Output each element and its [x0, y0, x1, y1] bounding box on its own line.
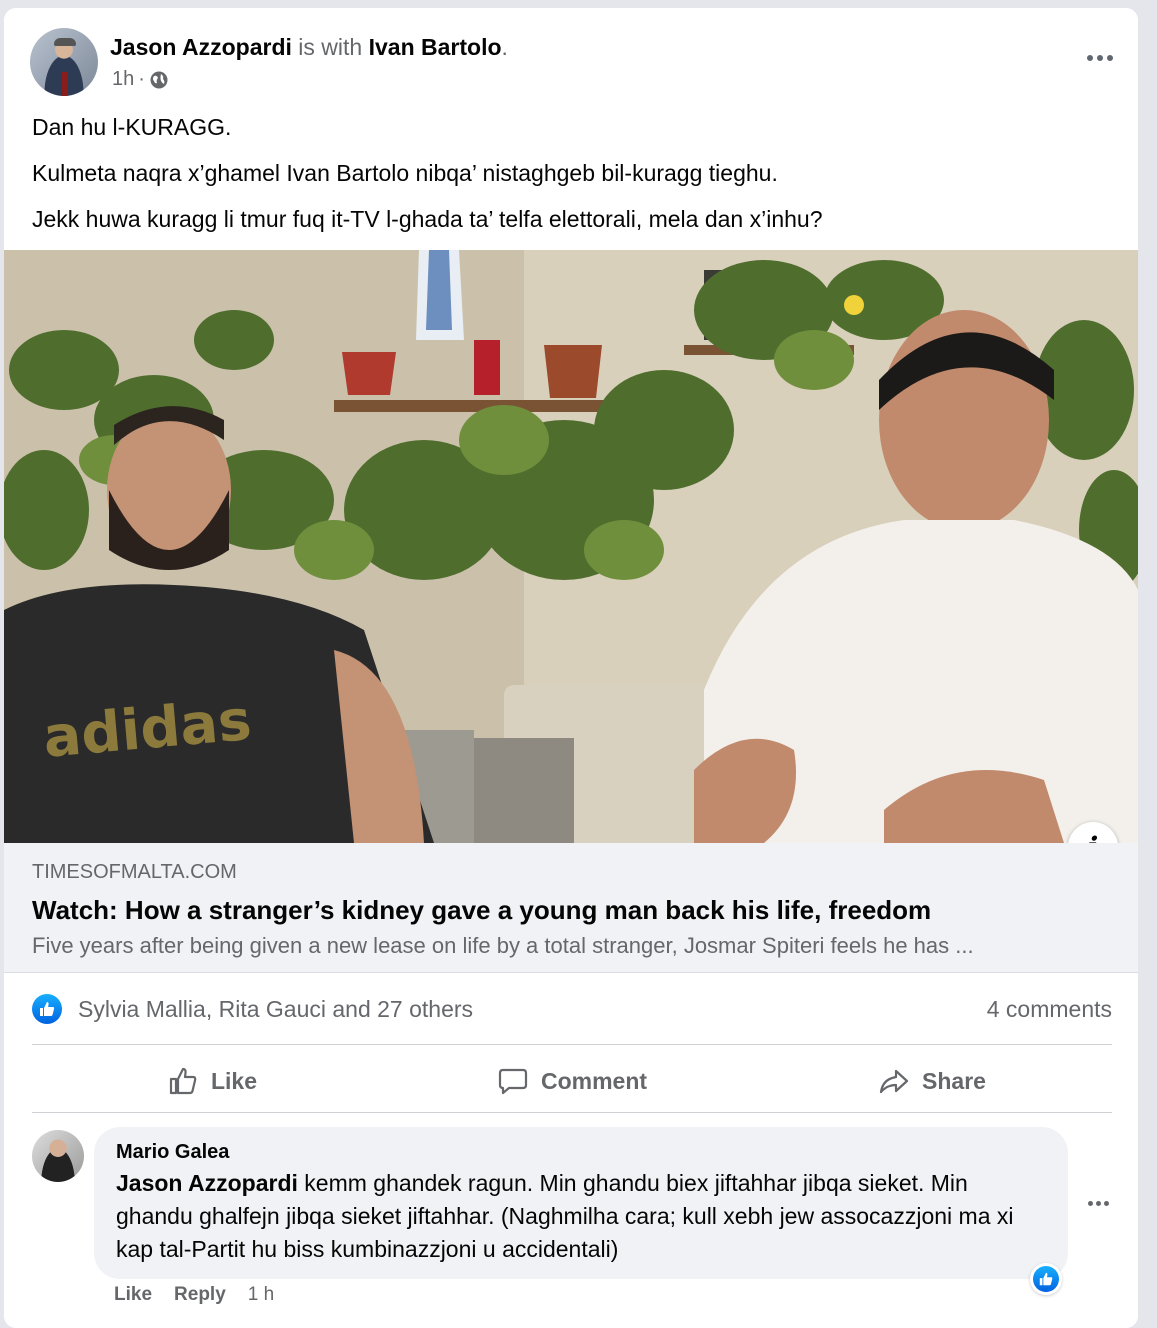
- ellipsis-icon: [1087, 55, 1093, 61]
- photo-illustration: adidas: [4, 250, 1138, 843]
- link-preview[interactable]: TIMESOFMALTA.COM Watch: How a stranger’s…: [4, 843, 1138, 973]
- comment-like-reaction-icon[interactable]: [1030, 1263, 1062, 1295]
- tagged-name[interactable]: Ivan Bartolo: [369, 34, 502, 60]
- comment-like-button[interactable]: Like: [114, 1284, 152, 1306]
- commenter-avatar[interactable]: [32, 1130, 84, 1182]
- ellipsis-icon: [1088, 1200, 1093, 1206]
- divider: [32, 1112, 1112, 1113]
- post-text: Dan hu l-KURAGG. Kulmeta naqra x’ghamel …: [32, 112, 1112, 250]
- comment-count[interactable]: 4 comments: [987, 996, 1112, 1023]
- link-title[interactable]: Watch: How a stranger’s kidney gave a yo…: [32, 895, 931, 926]
- post-more-button[interactable]: [1080, 46, 1120, 70]
- post-paragraph: Jekk huwa kuragg li tmur fuq it-TV l-gha…: [32, 206, 823, 232]
- link-image[interactable]: adidas: [4, 250, 1138, 843]
- comment-time[interactable]: 1 h: [248, 1284, 274, 1306]
- commenter-name[interactable]: Mario Galea: [116, 1141, 229, 1164]
- like-label: Like: [210, 1067, 258, 1094]
- comment-more-button[interactable]: [1088, 1198, 1112, 1208]
- author-line: Jason Azzopardi is with Ivan Bartolo.: [110, 32, 508, 62]
- post-paragraph: Dan hu l-KURAGG.: [32, 114, 232, 140]
- with-text: is with: [298, 34, 363, 60]
- post-time[interactable]: 1h: [112, 68, 134, 91]
- like-reaction-icon[interactable]: [32, 994, 62, 1024]
- thumbs-up-icon: [169, 1067, 197, 1095]
- post-paragraph: Kulmeta naqra x’ghamel Ivan Bartolo nibq…: [32, 160, 778, 186]
- comment-bubble: Mario Galea Jason Azzopardi kemm ghandek…: [94, 1127, 1068, 1279]
- post-card: Jason Azzopardi is with Ivan Bartolo. 1h…: [4, 8, 1138, 1328]
- comment-actions: Like Reply 1 h: [114, 1284, 274, 1306]
- comment-text: Jason Azzopardi kemm ghandek ragun. Min …: [116, 1167, 1046, 1266]
- post-actions: Like Comment Share: [32, 1048, 1112, 1114]
- divider: [32, 1044, 1112, 1045]
- post-meta: 1h ·: [112, 68, 169, 91]
- post-header: Jason Azzopardi is with Ivan Bartolo. 1h…: [30, 28, 1120, 108]
- link-domain: TIMESOFMALTA.COM: [32, 861, 237, 883]
- comment-label: Comment: [540, 1067, 648, 1094]
- comment-mention[interactable]: Jason Azzopardi: [116, 1170, 298, 1196]
- share-button[interactable]: Share: [752, 1048, 1112, 1114]
- comment-button[interactable]: Comment: [392, 1048, 752, 1114]
- author-name[interactable]: Jason Azzopardi: [110, 34, 292, 60]
- reactions-bar: Sylvia Mallia, Rita Gauci and 27 others …: [32, 992, 1112, 1028]
- link-description: Five years after being given a new lease…: [32, 933, 974, 958]
- like-button[interactable]: Like: [32, 1048, 392, 1114]
- share-label: Share: [922, 1067, 986, 1094]
- comment-reply-button[interactable]: Reply: [174, 1284, 226, 1306]
- globe-icon[interactable]: [149, 70, 169, 90]
- comment-icon: [498, 1068, 528, 1095]
- reaction-names[interactable]: Sylvia Mallia, Rita Gauci and 27 others: [78, 996, 473, 1023]
- period: .: [501, 34, 508, 60]
- author-avatar[interactable]: [30, 28, 98, 96]
- meta-dot: ·: [138, 68, 145, 90]
- share-icon: [879, 1069, 909, 1094]
